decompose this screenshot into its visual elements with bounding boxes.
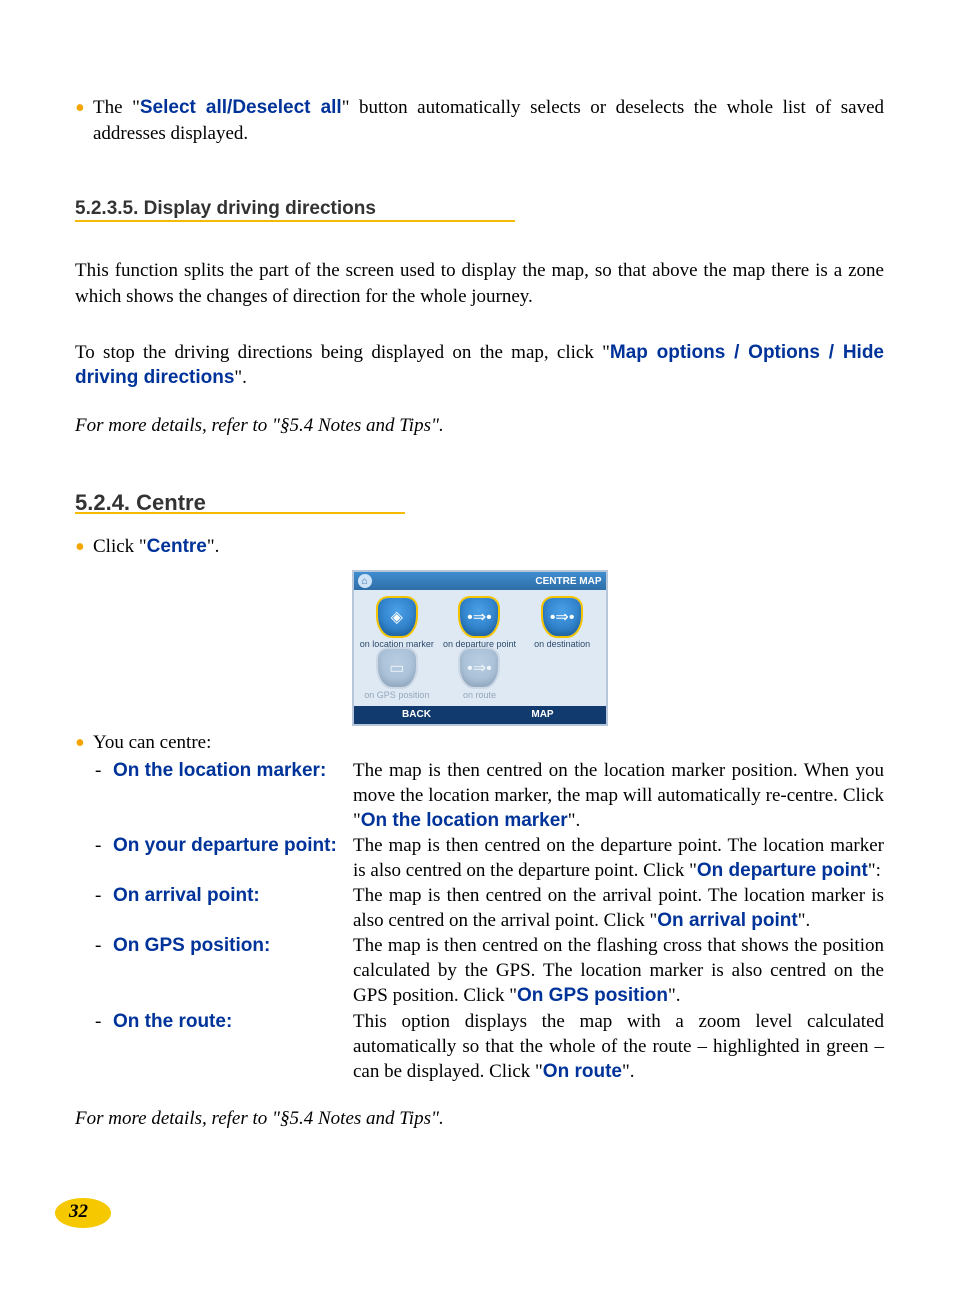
cell-destination: •⇒• on destination: [521, 598, 604, 649]
option-label: On the location marker:: [113, 760, 326, 781]
centre-options-list: - On the location marker: The map is the…: [75, 758, 884, 1084]
text: ".: [207, 536, 220, 557]
centre-option-2: - On arrival point: The map is then cent…: [75, 883, 884, 933]
term-select-all: Select all/Deselect all: [140, 97, 342, 118]
term: On route: [543, 1061, 622, 1082]
arrow-right-icon: •⇒•: [460, 598, 498, 636]
cell-location: ◈ on location marker: [356, 598, 439, 649]
arrow-right-icon: •⇒•: [543, 598, 581, 636]
option-label: On GPS position:: [113, 935, 270, 956]
bullet-click-centre: • Click "Centre".: [75, 534, 884, 560]
cell-label: on GPS position: [356, 690, 439, 700]
para-details-2: For more details, refer to "§5.4 Notes a…: [75, 1106, 884, 1132]
term: On the location marker: [361, 810, 568, 831]
para-stop: To stop the driving directions being dis…: [75, 340, 884, 391]
gps-icon: ▭: [378, 649, 416, 687]
text: To stop the driving directions being dis…: [75, 342, 610, 363]
page-number: 32: [69, 1201, 88, 1223]
page-number-badge: 32: [55, 1198, 111, 1228]
bullet-select-all: • The "Select all/Deselect all" button a…: [75, 95, 884, 146]
bullet-icon: •: [75, 95, 93, 146]
cell-label: on destination: [521, 639, 604, 649]
centre-option-0: - On the location marker: The map is the…: [75, 758, 884, 833]
cell-route: •⇒• on route: [438, 649, 521, 700]
bullet-text: The "Select all/Deselect all" button aut…: [93, 95, 884, 146]
cell-label: on departure point: [438, 639, 521, 649]
term: On GPS position: [517, 985, 668, 1006]
option-desc: The map is then centred on the departure…: [353, 833, 884, 883]
cell-label: on location marker: [356, 639, 439, 649]
device-botbar: BACK MAP: [354, 706, 606, 724]
para-split: This function splits the part of the scr…: [75, 258, 884, 309]
option-label: On your departure point:: [113, 835, 337, 856]
centre-option-3: - On GPS position: The map is then centr…: [75, 933, 884, 1008]
text: ".: [668, 985, 681, 1006]
para-details-1: For more details, refer to "§5.4 Notes a…: [75, 413, 884, 439]
cell-departure: •⇒• on departure point: [438, 598, 521, 649]
text: ".: [622, 1061, 635, 1082]
option-label: On the route:: [113, 1011, 232, 1032]
bullet-icon: •: [75, 534, 93, 560]
term-centre: Centre: [147, 536, 207, 557]
option-desc: The map is then centred on the arrival p…: [353, 883, 884, 933]
cell-empty: [521, 649, 604, 700]
heading-display-directions: 5.2.3.5. Display driving directions: [75, 198, 884, 220]
bullet-icon: •: [75, 730, 93, 756]
bullet-you-can-centre: • You can centre:: [75, 730, 884, 756]
heading-text: 5.2.3.5. Display driving directions: [75, 198, 376, 219]
heading-underline: [75, 220, 515, 222]
page-content: • The "Select all/Deselect all" button a…: [75, 95, 884, 1131]
text: ".: [798, 910, 811, 931]
device-topbar: ⌂ CENTRE MAP: [354, 572, 606, 590]
device-frame: ⌂ CENTRE MAP ◈on location marker •⇒•on d…: [352, 570, 608, 726]
bullet-text: You can centre:: [93, 730, 884, 756]
route-icon: •⇒•: [460, 649, 498, 687]
cell-gps: ▭ on GPS position: [356, 649, 439, 700]
cell-label: on route: [438, 690, 521, 700]
term: On arrival point: [657, 910, 797, 931]
text: ".: [234, 367, 247, 388]
bullet-text: Click "Centre".: [93, 534, 884, 560]
device-grid: ◈on location marker •⇒•on departure poin…: [354, 590, 606, 706]
term: On departure point: [697, 860, 868, 881]
dash: -: [75, 933, 113, 1008]
heading-text: 5.2.4. Centre: [75, 490, 206, 515]
dash: -: [75, 883, 113, 933]
dash: -: [75, 1009, 113, 1084]
centre-option-1: - On your departure point: The map is th…: [75, 833, 884, 883]
option-desc: This option displays the map with a zoom…: [353, 1009, 884, 1084]
home-icon: ⌂: [358, 574, 372, 588]
centre-map-screenshot: ⌂ CENTRE MAP ◈on location marker •⇒•on d…: [75, 570, 884, 726]
dash: -: [75, 758, 113, 833]
target-icon: ◈: [378, 598, 416, 636]
text: Click ": [93, 536, 147, 557]
device-title: CENTRE MAP: [535, 576, 601, 587]
heading-centre: 5.2.4. Centre: [75, 490, 884, 516]
dash: -: [75, 833, 113, 883]
back-button: BACK: [354, 706, 480, 724]
option-desc: The map is then centred on the flashing …: [353, 933, 884, 1008]
text: ".: [568, 810, 581, 831]
text: The ": [93, 97, 140, 118]
text: ":: [868, 860, 881, 881]
centre-option-4: - On the route: This option displays the…: [75, 1009, 884, 1084]
option-desc: The map is then centred on the location …: [353, 758, 884, 833]
option-label: On arrival point:: [113, 885, 260, 906]
map-button: MAP: [480, 706, 606, 724]
